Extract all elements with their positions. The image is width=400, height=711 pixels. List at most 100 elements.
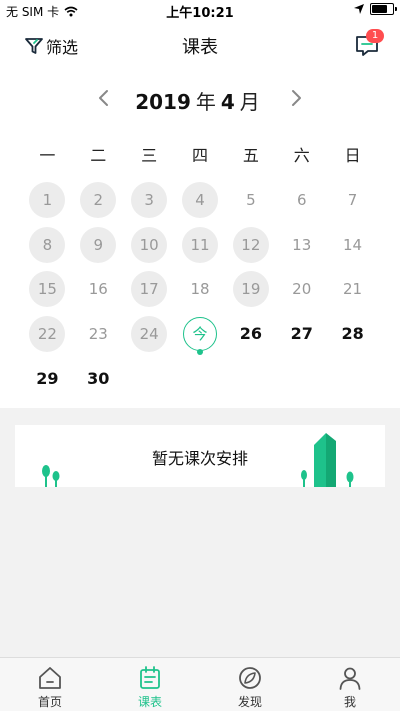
app-screen: 无 SIM 卡 上午10:21 筛选 课表 1 2019 年 4 月 一 二 三…: [0, 0, 400, 711]
day-number: 13: [292, 235, 312, 254]
calendar-day[interactable]: 15: [22, 267, 73, 312]
status-right: [354, 3, 397, 15]
tab-discover[interactable]: 发现: [200, 658, 300, 711]
home-icon: [39, 667, 61, 689]
calendar-day[interactable]: 29: [22, 356, 73, 401]
nav-bar: 筛选 课表 1: [0, 22, 400, 68]
day-number: 今: [182, 316, 217, 351]
calendar-day[interactable]: 4: [175, 178, 226, 223]
filter-label: 筛选: [46, 38, 79, 57]
tab-profile-label: 我: [343, 695, 356, 709]
day-number: 10: [139, 235, 159, 254]
next-month-button[interactable]: [284, 86, 308, 110]
calendar-day[interactable]: 16: [73, 267, 124, 312]
tab-schedule-label: 课表: [137, 695, 162, 709]
day-number: 2: [93, 191, 104, 210]
month-header: 2019 年 4 月: [0, 84, 400, 115]
filter-button[interactable]: 筛选: [24, 34, 78, 58]
tab-profile[interactable]: 我: [300, 658, 400, 711]
weekday-label: 三: [141, 146, 158, 165]
discover-icon: [239, 667, 261, 689]
calendar-day-today[interactable]: 今: [175, 312, 226, 357]
day-number: 3: [144, 191, 154, 210]
day-number: 12: [241, 235, 261, 254]
message-button[interactable]: 1: [354, 29, 384, 58]
day-number: 18: [190, 280, 210, 299]
calendar-day[interactable]: 7: [327, 178, 378, 223]
calendar: 2019 年 4 月 一二三四五六日 1 2 3 4 5 6 7 8 9 10 11 12 13 14 15 16 1…: [0, 68, 400, 408]
calendar-day[interactable]: 5: [225, 178, 276, 223]
calendar-day[interactable]: 24: [124, 312, 175, 357]
calendar-day[interactable]: 13: [276, 223, 327, 268]
calendar-day[interactable]: 21: [327, 267, 378, 312]
calendar-day[interactable]: 19: [225, 267, 276, 312]
calendar-day[interactable]: 1: [22, 178, 73, 223]
location-arrow-icon: [354, 4, 364, 14]
filter-icon: [25, 38, 43, 54]
calendar-day[interactable]: 27: [276, 312, 327, 357]
weekday-label: 五: [242, 146, 259, 165]
day-grid: 1 2 3 4 5 6 7 8 9 10 11 12 13 14 15 16 17 18 19 20 21 22 23 24 今…: [22, 178, 378, 401]
day-number: 30: [87, 368, 110, 388]
calendar-day[interactable]: 14: [327, 223, 378, 268]
calendar-day[interactable]: 28: [327, 312, 378, 357]
day-number: 4: [195, 191, 205, 210]
day-number: 29: [36, 368, 59, 388]
year-value: 2019: [135, 90, 191, 114]
calendar-day[interactable]: 11: [175, 223, 226, 268]
day-number: 9: [93, 235, 104, 254]
calendar-day[interactable]: 12: [225, 223, 276, 268]
calendar-day[interactable]: 22: [22, 312, 73, 357]
day-number: 7: [347, 191, 358, 210]
day-number: 5: [246, 191, 256, 210]
tab-home[interactable]: 首页: [0, 658, 100, 711]
calendar-day[interactable]: 17: [124, 267, 175, 312]
month-unit: 月: [239, 90, 260, 114]
calendar-day[interactable]: 3: [124, 178, 175, 223]
calendar-day[interactable]: 6: [276, 178, 327, 223]
tab-home-label: 首页: [37, 695, 62, 709]
day-number: 22: [37, 324, 57, 343]
tree-decoration-icon: [42, 465, 60, 487]
calendar-day[interactable]: 2: [73, 178, 124, 223]
day-number: 19: [241, 280, 261, 299]
tab-schedule[interactable]: 课表: [100, 658, 200, 711]
day-number: 1: [42, 191, 53, 210]
weekday-label: 一: [39, 146, 56, 165]
status-time: 上午10:21: [166, 6, 234, 21]
day-number: 6: [296, 191, 307, 210]
empty-schedule-card: 暂无课次安排: [15, 425, 385, 487]
month-title: 2019 年 4 月: [0, 86, 400, 115]
calendar-day[interactable]: 23: [73, 312, 124, 357]
calendar-day[interactable]: 30: [73, 356, 124, 401]
calendar-day[interactable]: 26: [225, 312, 276, 357]
day-number: 26: [239, 324, 262, 344]
weekday-label: 日: [344, 146, 361, 165]
today-dot: [196, 349, 203, 355]
weekday-label: 二: [90, 146, 107, 165]
calendar-day[interactable]: 9: [73, 223, 124, 268]
prev-month-button[interactable]: [92, 86, 116, 110]
profile-icon: [339, 667, 361, 690]
day-number: 11: [190, 235, 210, 254]
day-number: 16: [88, 280, 108, 299]
weekday-header: 一二三四五六日: [22, 142, 378, 166]
status-bar: 无 SIM 卡 上午10:21: [0, 0, 400, 22]
message-badge: 1: [366, 29, 384, 43]
day-number: 23: [88, 324, 108, 343]
calendar-day[interactable]: 18: [175, 267, 226, 312]
building-decoration-icon: [301, 433, 354, 487]
day-number: 8: [42, 235, 53, 254]
calendar-day[interactable]: 8: [22, 223, 73, 268]
year-unit: 年: [195, 90, 216, 114]
day-number: 27: [290, 324, 313, 344]
day-number: 24: [139, 324, 159, 343]
day-number: 17: [139, 280, 159, 299]
calendar-day[interactable]: 20: [276, 267, 327, 312]
calendar-day[interactable]: 10: [124, 223, 175, 268]
day-number: 28: [341, 324, 364, 344]
tab-discover-label: 发现: [237, 695, 262, 709]
tab-bar: 首页 课表 发现 我: [0, 657, 400, 711]
day-number: 20: [292, 280, 312, 299]
day-number: 15: [37, 280, 57, 299]
